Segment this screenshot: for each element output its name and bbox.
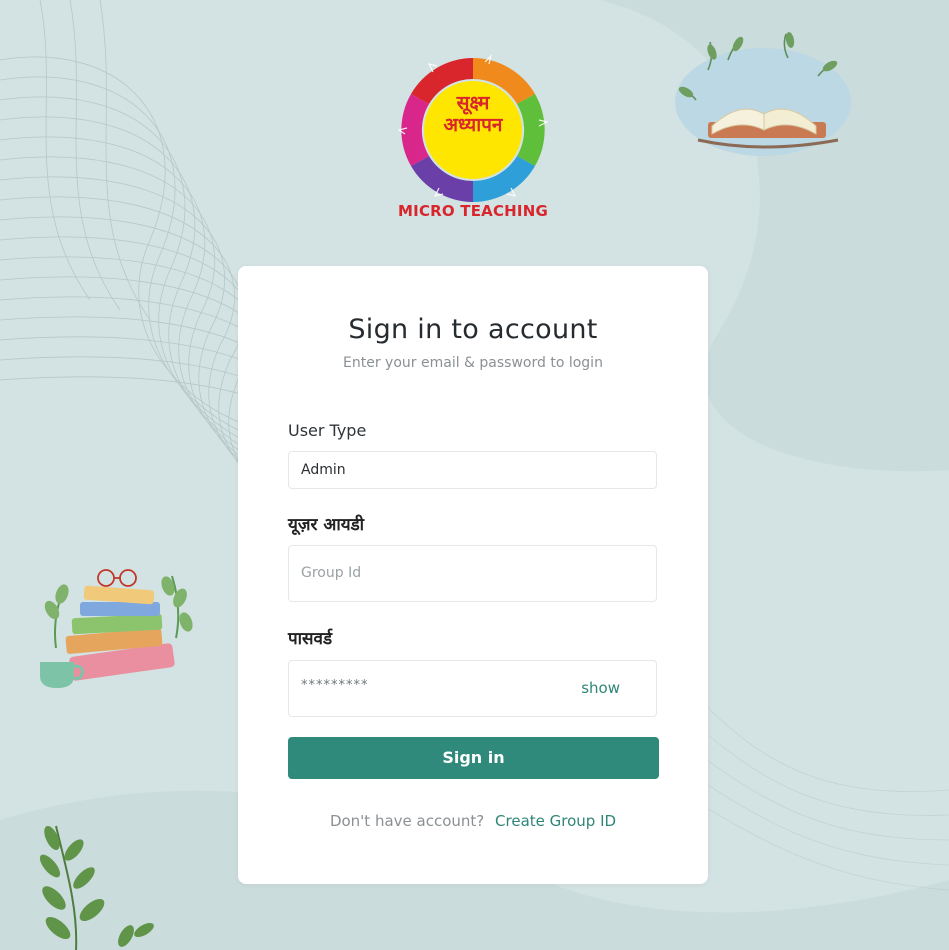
micro-teaching-logo	[397, 54, 549, 202]
book-stack-illustration	[40, 569, 193, 688]
user-type-select[interactable]: Admin	[288, 451, 657, 489]
page-title: Sign in to account	[348, 314, 598, 345]
password-input[interactable]: ********* show	[288, 660, 657, 717]
open-book-illustration	[675, 32, 851, 156]
signup-prompt-text: Don't have account?	[329, 812, 485, 830]
login-card: Sign in to account Enter your email & pa…	[238, 266, 708, 884]
logo-line-2: अध्यापन	[443, 114, 503, 136]
password-label: पासवर्ड	[288, 629, 333, 649]
user-id-label: यूज़र आयडी	[288, 515, 365, 535]
sign-in-button[interactable]: Sign in	[288, 737, 659, 779]
logo-center-text: सूक्ष्म अध्यापन	[420, 92, 526, 136]
signup-prompt-line: Don't have account? Create Group ID	[238, 812, 708, 830]
logo-caption: MICRO TEACHING	[398, 202, 548, 220]
group-id-placeholder: Group Id	[301, 565, 362, 581]
group-id-input[interactable]: Group Id	[288, 545, 657, 602]
page-subtitle: Enter your email & password to login	[343, 355, 603, 371]
show-password-toggle[interactable]: show	[581, 661, 620, 716]
user-type-value: Admin	[301, 462, 346, 478]
plant-illustration	[39, 825, 154, 950]
create-group-id-link[interactable]: Create Group ID	[495, 812, 616, 830]
logo-line-1: सूक्ष्म	[456, 92, 490, 114]
user-type-label: User Type	[288, 421, 367, 440]
password-masked-value: *********	[301, 678, 369, 693]
